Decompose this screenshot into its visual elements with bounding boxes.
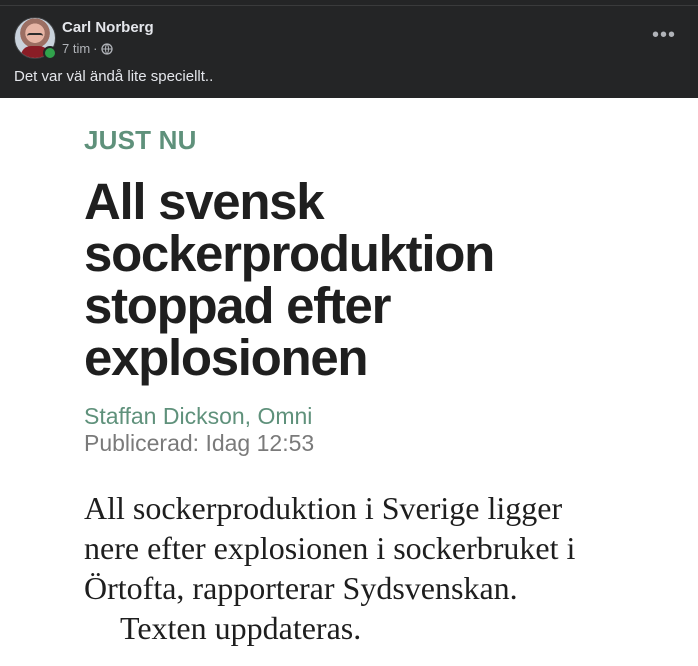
headline-line: stoppad efter bbox=[84, 277, 391, 334]
article-body: All sockerproduktion i Sverige ligger ne… bbox=[84, 488, 684, 648]
shared-article-screenshot[interactable]: JUST NU All svensk sockerproduktion stop… bbox=[0, 98, 698, 666]
post-time[interactable]: 7 tim bbox=[62, 41, 90, 56]
body-line: Örtofta, rapporterar Sydsvenskan. bbox=[84, 570, 518, 606]
author-name[interactable]: Carl Norberg bbox=[62, 19, 154, 36]
avatar-glasses bbox=[27, 33, 43, 39]
article-kicker: JUST NU bbox=[84, 125, 197, 155]
headline-line: explosionen bbox=[84, 329, 369, 386]
facebook-post: Carl Norberg 7 tim · ••• Det var väl änd… bbox=[0, 0, 698, 666]
body-line: All sockerproduktion i Sverige ligger bbox=[84, 490, 563, 526]
post-caption: Det var väl ändå lite speciellt.. bbox=[14, 68, 214, 85]
more-options-button[interactable]: ••• bbox=[652, 25, 676, 45]
article-headline: All svensk sockerproduktion stoppad efte… bbox=[84, 176, 644, 384]
update-note: Texten uppdateras. bbox=[120, 610, 362, 646]
headline-line: sockerproduktion bbox=[84, 225, 495, 282]
meta-separator: · bbox=[93, 41, 98, 56]
headline-line: All svensk bbox=[84, 173, 325, 230]
body-line: nere efter explosionen i sockerbruket i bbox=[84, 530, 576, 566]
article-published: Publicerad: Idag 12:53 bbox=[84, 430, 315, 456]
globe-icon[interactable] bbox=[100, 42, 113, 55]
post-header: Carl Norberg 7 tim · ••• bbox=[14, 17, 684, 60]
post-meta: 7 tim · bbox=[62, 41, 113, 56]
article-author: Staffan Dickson, Omni bbox=[84, 403, 313, 429]
divider bbox=[0, 5, 698, 6]
online-status-indicator bbox=[43, 46, 57, 60]
